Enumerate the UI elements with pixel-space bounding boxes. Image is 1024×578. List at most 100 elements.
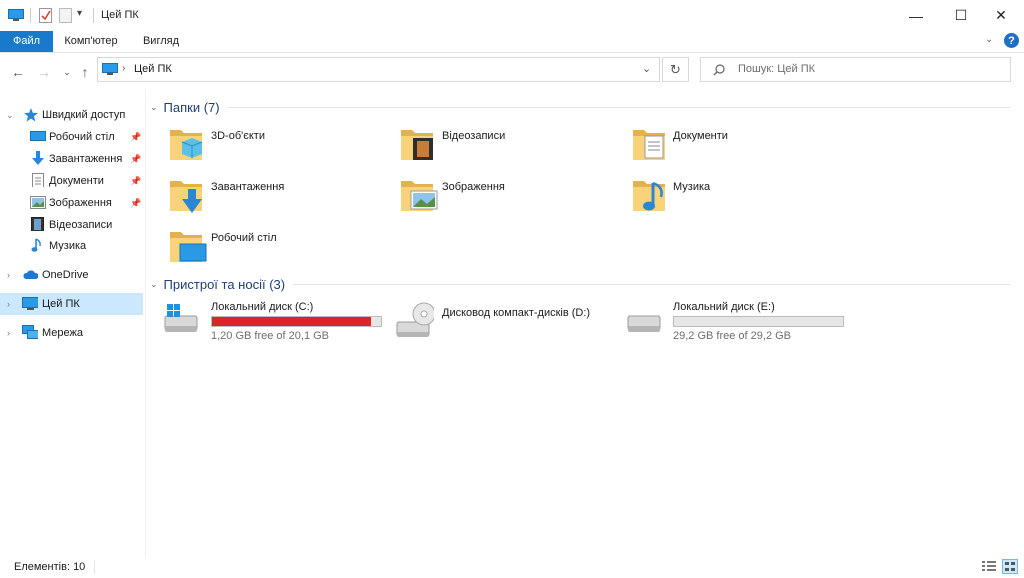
nav-quick-access-label: Швидкий доступ: [42, 109, 126, 121]
pictures-folder-icon: [401, 181, 438, 211]
search-placeholder: Пошук: Цей ПК: [738, 63, 816, 75]
folder-label: Робочий стіл: [211, 232, 277, 244]
forward-arrow-icon[interactable]: →: [36, 64, 52, 80]
nav-quick-access[interactable]: ⌄ Швидкий доступ: [0, 104, 143, 126]
pictures-icon: [30, 196, 46, 209]
nav-pictures[interactable]: Зображення 📌: [0, 192, 143, 214]
nav-desktop[interactable]: Робочий стіл 📌: [0, 126, 143, 148]
nav-videos-label: Відеозаписи: [49, 219, 113, 231]
nav-network-label: Мережа: [42, 327, 83, 339]
folders-group-header[interactable]: ⌄ Папки (7): [150, 99, 1010, 115]
nav-this-pc-label: Цей ПК: [42, 298, 80, 310]
folder-label: Зображення: [442, 181, 505, 193]
downloads-folder-icon: [170, 181, 202, 213]
drive-usage-fill: [212, 317, 371, 326]
address-dropdown-icon[interactable]: ⌄: [642, 62, 651, 75]
folder-documents[interactable]: Документи: [631, 124, 851, 168]
pane-splitter[interactable]: [145, 89, 146, 558]
breadcrumb-chevron-icon[interactable]: ›: [122, 63, 125, 74]
documents-folder-icon: [633, 130, 665, 160]
nav-documents-label: Документи: [49, 175, 104, 187]
customize-toolbar-icon[interactable]: ▾: [77, 8, 82, 19]
title-bar: ▾ Цей ПК — ☐ ✕: [0, 0, 1024, 31]
refresh-icon: ↻: [670, 61, 681, 77]
nav-network[interactable]: › Мережа: [0, 322, 143, 344]
folder-label: Відеозаписи: [442, 130, 506, 142]
group-divider: [293, 283, 1010, 285]
drive-label: Локальний диск (C:): [211, 301, 314, 313]
nav-onedrive-label: OneDrive: [42, 269, 89, 281]
window-title: Цей ПК: [101, 9, 139, 21]
address-path[interactable]: Цей ПК: [134, 63, 172, 75]
pin-icon[interactable]: 📌: [130, 198, 141, 209]
nav-this-pc[interactable]: › Цей ПК: [0, 293, 143, 315]
search-icon: [713, 64, 725, 76]
search-input[interactable]: Пошук: Цей ПК: [700, 57, 1011, 82]
new-folder-icon[interactable]: [59, 8, 72, 23]
toolbar-divider: [30, 8, 31, 23]
details-view-icon[interactable]: [982, 560, 996, 573]
nav-documents[interactable]: Документи 📌: [0, 170, 143, 192]
status-bar: Елементів: 10: [0, 558, 1024, 578]
group-collapse-chevron-icon[interactable]: ⌄: [150, 279, 158, 290]
folder-3d-objects[interactable]: 3D-об'єкти: [168, 124, 388, 168]
this-pc-icon: [22, 297, 38, 310]
tab-view[interactable]: Вигляд: [136, 31, 186, 52]
folder-music[interactable]: Музика: [631, 175, 851, 219]
drive-label: Дисковод компакт-дисків (D:): [442, 307, 591, 319]
up-arrow-icon[interactable]: ↑: [77, 64, 93, 80]
back-arrow-icon[interactable]: ←: [10, 64, 26, 80]
nav-pictures-label: Зображення: [49, 197, 112, 209]
nav-music-label: Музика: [49, 240, 87, 252]
windows-drive-icon: [164, 304, 198, 332]
drive-label: Локальний диск (E:): [673, 301, 775, 313]
close-button[interactable]: ✕: [978, 0, 1024, 31]
pin-icon[interactable]: 📌: [130, 154, 141, 165]
nav-onedrive[interactable]: › OneDrive: [0, 264, 143, 286]
network-icon: [22, 325, 38, 339]
pin-icon[interactable]: 📌: [130, 132, 141, 143]
folder-label: Завантаження: [211, 181, 285, 193]
group-collapse-chevron-icon[interactable]: ⌄: [150, 102, 158, 113]
collapsed-chevron-icon[interactable]: ›: [7, 328, 10, 338]
drive-c[interactable]: Локальний диск (C:) 1,20 GB free of 20,1…: [162, 298, 392, 346]
minimize-button[interactable]: —: [893, 0, 939, 31]
music-note-icon: [31, 238, 41, 252]
help-button[interactable]: ?: [1004, 33, 1019, 48]
properties-icon[interactable]: [39, 8, 52, 23]
this-pc-icon[interactable]: [8, 9, 24, 22]
cd-drive-icon: [396, 302, 434, 337]
drive-usage-bar: [211, 316, 382, 327]
drive-usage-bar: [673, 316, 844, 327]
document-icon: [32, 173, 44, 187]
this-pc-icon: [102, 63, 118, 75]
folders-group-title: Папки (7): [163, 99, 220, 115]
collapsed-chevron-icon[interactable]: ›: [7, 270, 10, 280]
folder-pictures[interactable]: Зображення: [399, 175, 619, 219]
nav-videos[interactable]: Відеозаписи: [0, 214, 143, 236]
3d-objects-folder-icon: [170, 130, 203, 160]
address-bar[interactable]: › Цей ПК ⌄: [97, 57, 660, 82]
nav-music[interactable]: Музика: [0, 235, 143, 257]
expand-ribbon-icon[interactable]: ⌄: [985, 34, 993, 45]
devices-group-header[interactable]: ⌄ Пристрої та носії (3): [150, 276, 1010, 292]
expanded-chevron-icon[interactable]: ⌄: [6, 110, 14, 121]
nav-downloads[interactable]: Завантаження 📌: [0, 148, 143, 170]
drive-d[interactable]: Дисковод компакт-дисків (D:): [394, 298, 624, 346]
collapsed-chevron-icon[interactable]: ›: [7, 299, 10, 309]
video-film-icon: [31, 217, 44, 231]
pin-icon[interactable]: 📌: [130, 176, 141, 187]
drive-e[interactable]: Локальний диск (E:) 29,2 GB free of 29,2…: [625, 298, 855, 346]
folder-desktop[interactable]: Робочий стіл: [168, 226, 388, 270]
tab-file[interactable]: Файл: [0, 31, 53, 52]
folder-downloads[interactable]: Завантаження: [168, 175, 388, 219]
hard-drive-icon: [627, 315, 661, 332]
folder-videos[interactable]: Відеозаписи: [399, 124, 619, 168]
download-arrow-icon: [32, 151, 44, 165]
refresh-button[interactable]: ↻: [662, 57, 689, 82]
drive-space-text: 29,2 GB free of 29,2 GB: [673, 330, 792, 342]
tiles-view-icon[interactable]: [1002, 559, 1018, 574]
recent-locations-chevron-icon[interactable]: ⌄: [59, 64, 75, 80]
nav-downloads-label: Завантаження: [49, 153, 123, 165]
tab-computer[interactable]: Комп'ютер: [58, 31, 124, 52]
